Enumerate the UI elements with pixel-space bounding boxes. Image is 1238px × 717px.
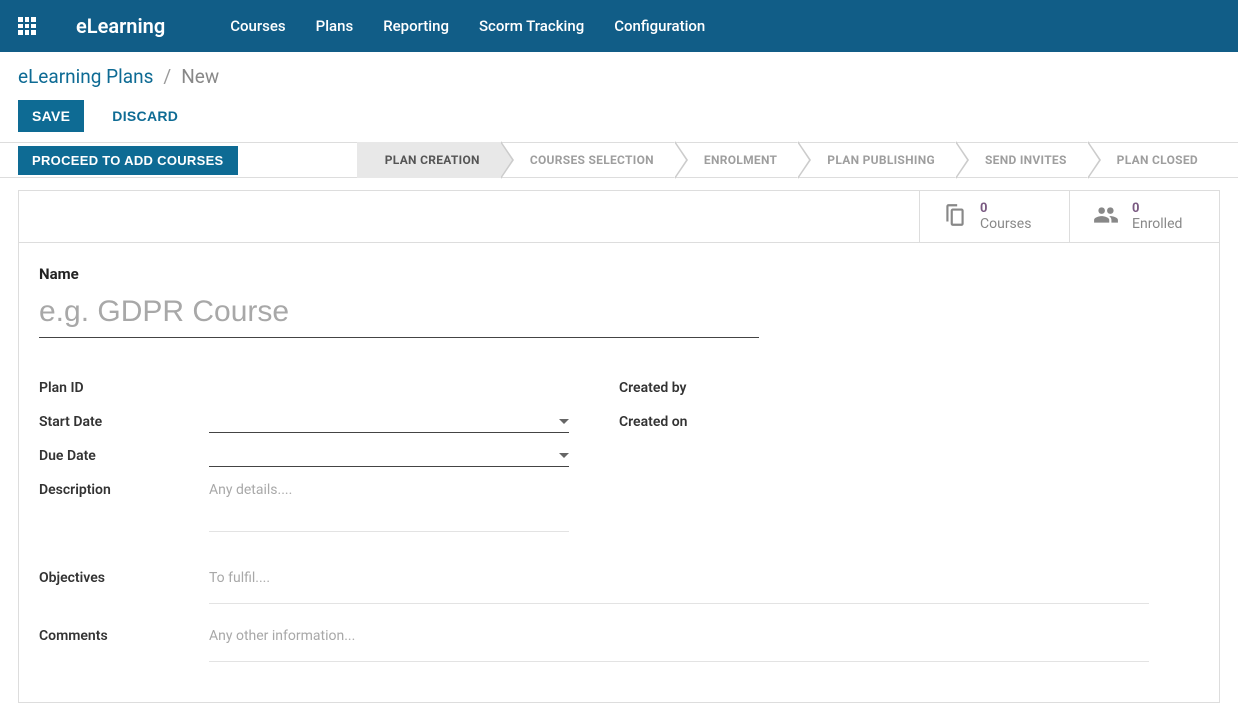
documents-icon [942, 202, 968, 232]
status-bar: PROCEED TO ADD COURSES PLAN CREATION COU… [0, 142, 1238, 178]
breadcrumb-current: New [181, 65, 219, 88]
stat-enrolled-label: Enrolled [1132, 216, 1182, 232]
caret-down-icon [559, 419, 569, 424]
form-body: Name Plan ID Start Date [19, 243, 1219, 702]
save-button[interactable]: SAVE [18, 100, 84, 132]
discard-button[interactable]: DISCARD [98, 100, 192, 132]
stage-enrolment[interactable]: ENROLMENT [676, 142, 799, 178]
breadcrumb-root[interactable]: eLearning Plans [18, 65, 153, 88]
stage-plan-publishing[interactable]: PLAN PUBLISHING [799, 142, 957, 178]
header: eLearning Plans / New SAVE DISCARD [0, 52, 1238, 142]
due-date-label: Due Date [39, 448, 209, 464]
workflow-stages: PLAN CREATION COURSES SELECTION ENROLMEN… [357, 142, 1220, 178]
created-by-label: Created by [619, 380, 686, 396]
stat-courses-label: Courses [980, 216, 1031, 232]
stage-send-invites[interactable]: SEND INVITES [957, 142, 1089, 178]
action-buttons: SAVE DISCARD [18, 100, 1220, 132]
brand-title[interactable]: eLearning [76, 14, 165, 38]
stage-plan-creation[interactable]: PLAN CREATION [357, 142, 502, 178]
proceed-button[interactable]: PROCEED TO ADD COURSES [18, 146, 238, 175]
description-input[interactable] [209, 476, 569, 532]
created-on-label: Created on [619, 414, 687, 430]
comments-input[interactable] [209, 622, 1149, 662]
comments-label: Comments [39, 622, 209, 662]
nav-item-courses[interactable]: Courses [230, 17, 285, 35]
description-label: Description [39, 476, 209, 498]
apps-icon[interactable] [18, 17, 36, 35]
start-date-label: Start Date [39, 414, 209, 430]
nav-item-scorm[interactable]: Scorm Tracking [479, 17, 584, 35]
plan-id-label: Plan ID [39, 380, 209, 396]
nav-item-plans[interactable]: Plans [316, 17, 354, 35]
stat-courses[interactable]: 0 Courses [919, 191, 1069, 242]
due-date-input[interactable] [209, 445, 569, 467]
name-label: Name [39, 265, 1199, 283]
stat-enrolled[interactable]: 0 Enrolled [1069, 191, 1219, 242]
navbar: eLearning Courses Plans Reporting Scorm … [0, 0, 1238, 52]
stat-row: 0 Courses 0 Enrolled [19, 191, 1219, 243]
stat-courses-count: 0 [980, 201, 1031, 216]
nav-item-config[interactable]: Configuration [614, 17, 705, 35]
objectives-input[interactable] [209, 564, 1149, 604]
breadcrumb: eLearning Plans / New [18, 65, 1220, 88]
stage-courses-selection[interactable]: COURSES SELECTION [502, 142, 676, 178]
caret-down-icon [559, 453, 569, 458]
nav-item-reporting[interactable]: Reporting [383, 17, 449, 35]
nav-items: Courses Plans Reporting Scorm Tracking C… [230, 17, 705, 35]
stage-plan-closed[interactable]: PLAN CLOSED [1089, 142, 1220, 178]
name-input[interactable] [39, 289, 759, 338]
users-icon [1092, 202, 1120, 232]
sheet-wrapper: 0 Courses 0 Enrolled [0, 190, 1238, 703]
objectives-label: Objectives [39, 564, 209, 604]
breadcrumb-sep: / [163, 65, 171, 88]
start-date-input[interactable] [209, 411, 569, 433]
form-sheet: 0 Courses 0 Enrolled [18, 190, 1220, 703]
stat-enrolled-count: 0 [1132, 201, 1182, 216]
